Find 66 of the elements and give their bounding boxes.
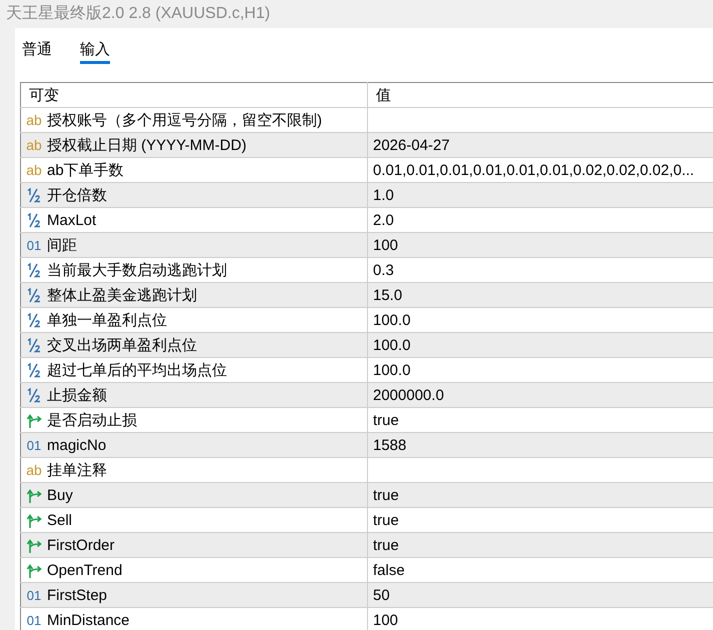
parameter-value[interactable]: 50 bbox=[373, 586, 390, 604]
parameter-value[interactable]: 1588 bbox=[373, 436, 406, 454]
integer-type-icon: 01 bbox=[26, 238, 42, 252]
parameter-name: MaxLot bbox=[47, 212, 96, 228]
parameter-value[interactable]: true bbox=[373, 412, 399, 428]
parameter-value[interactable]: 2026-04-27 bbox=[373, 136, 450, 154]
parameter-name: 授权截止日期 (YYYY-MM-DD) bbox=[47, 136, 246, 154]
parameter-name: OpenTrend bbox=[47, 562, 122, 578]
fraction-type-icon bbox=[26, 387, 42, 403]
tab[interactable]: 输入 bbox=[80, 40, 110, 64]
column-header: 值 bbox=[368, 82, 713, 108]
parameter-value[interactable]: 100.0 bbox=[373, 312, 411, 328]
parameter-value[interactable]: 15.0 bbox=[373, 286, 402, 304]
branch-arrow-icon bbox=[26, 536, 42, 554]
parameter-name: 单独一单盈利点位 bbox=[47, 310, 167, 330]
parameter-value[interactable]: 100 bbox=[373, 236, 398, 254]
parameter-value[interactable]: 1.0 bbox=[373, 186, 394, 204]
fraction-type-icon bbox=[26, 262, 42, 278]
parameter-name: FirstStep bbox=[47, 586, 108, 604]
text-type-icon: ab bbox=[26, 113, 42, 127]
parameter-name: ab下单手数 bbox=[47, 160, 124, 180]
parameter-name: 整体止盈美金逃跑计划 bbox=[47, 286, 197, 304]
fraction-type-icon bbox=[26, 212, 42, 228]
integer-type-icon: 01 bbox=[26, 614, 42, 626]
parameter-name: Sell bbox=[47, 512, 72, 528]
fraction-type-icon bbox=[26, 187, 42, 203]
parameter-name: 止损金额 bbox=[47, 386, 107, 404]
parameter-value[interactable]: true bbox=[373, 512, 399, 528]
parameter-name: Buy bbox=[47, 486, 73, 504]
integer-type-icon: 01 bbox=[26, 438, 42, 452]
parameter-name: 挂单注释 bbox=[47, 460, 107, 480]
parameter-value[interactable]: 0.01,0.01,0.01,0.01,0.01,0.01,0.02,0.02,0.02,0... bbox=[373, 162, 694, 178]
fraction-type-icon bbox=[26, 362, 42, 378]
parameter-name: 超过七单后的平均出场点位 bbox=[47, 360, 227, 380]
parameter-name: 是否启动止损 bbox=[47, 410, 137, 430]
parameter-name: magicNo bbox=[47, 436, 106, 454]
parameter-name: FirstOrder bbox=[47, 536, 114, 554]
parameter-value[interactable]: 100 bbox=[373, 612, 398, 628]
parameter-value[interactable]: true bbox=[373, 486, 399, 504]
parameter-value[interactable]: 0.3 bbox=[373, 262, 394, 278]
branch-arrow-icon bbox=[26, 486, 42, 504]
fraction-type-icon bbox=[26, 287, 42, 303]
parameter-value[interactable]: false bbox=[373, 562, 405, 578]
text-type-icon: ab bbox=[26, 138, 42, 152]
branch-arrow-icon bbox=[26, 562, 42, 578]
text-type-icon: ab bbox=[26, 463, 42, 477]
parameter-value[interactable]: 100.0 bbox=[373, 362, 411, 378]
parameter-name: 开仓倍数 bbox=[47, 186, 107, 204]
fraction-type-icon bbox=[26, 312, 42, 328]
text-type-icon: ab bbox=[26, 163, 42, 177]
parameter-name: MinDistance bbox=[47, 612, 130, 628]
column-header: 可变 bbox=[20, 82, 368, 108]
parameter-name: 交叉出场两单盈利点位 bbox=[47, 336, 197, 354]
parameter-name: 当前最大手数启动逃跑计划 bbox=[47, 260, 227, 280]
parameter-value[interactable]: 2.0 bbox=[373, 212, 394, 228]
branch-arrow-icon bbox=[26, 412, 42, 428]
parameter-name: 授权账号（多个用逗号分隔，留空不限制) bbox=[47, 110, 322, 130]
parameter-value[interactable]: 100.0 bbox=[373, 336, 411, 354]
parameter-value[interactable]: true bbox=[373, 536, 399, 554]
window-title: 天王星最终版2.0 2.8 (XAUUSD.c,H1) bbox=[5, 4, 272, 24]
tab[interactable]: 普通 bbox=[22, 40, 52, 64]
integer-type-icon: 01 bbox=[26, 588, 42, 602]
parameter-name: 间距 bbox=[47, 236, 77, 254]
fraction-type-icon bbox=[26, 337, 42, 353]
branch-arrow-icon bbox=[26, 512, 42, 528]
parameter-value[interactable]: 2000000.0 bbox=[373, 386, 444, 404]
